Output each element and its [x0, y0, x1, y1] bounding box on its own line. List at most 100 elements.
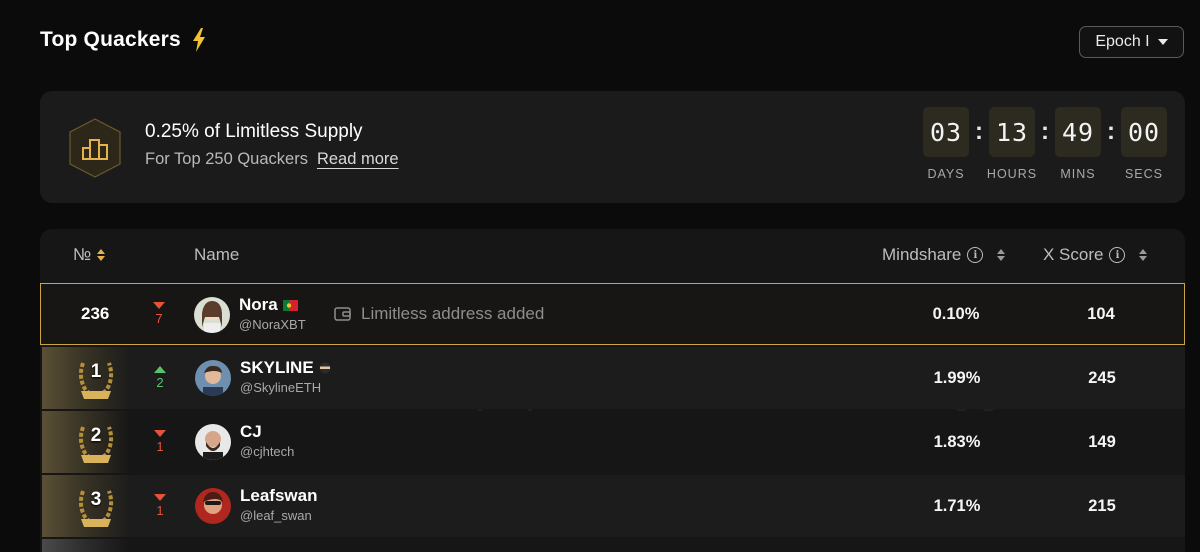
sort-mindshare-header[interactable]: Mindshare i	[882, 245, 1006, 265]
countdown-mins-label: MINS	[1060, 167, 1096, 181]
user-handle: @cjhtech	[240, 444, 295, 459]
xscore-value: 104	[1087, 304, 1115, 323]
podium-icon	[69, 118, 121, 178]
sort-xscore-header[interactable]: X Score i	[1043, 245, 1148, 265]
user-name: SKYLINE	[240, 358, 314, 377]
countdown-separator: :	[1107, 118, 1115, 145]
column-header-xscore: X Score	[1043, 245, 1104, 264]
xscore-value: 245	[1088, 368, 1116, 387]
rank-medal-tile: 3	[42, 475, 130, 537]
user-name-row: SKYLINE	[240, 358, 331, 378]
chevron-down-icon	[1157, 39, 1168, 45]
user-name-block: Nora @NoraXBT	[239, 295, 306, 332]
reward-card: 0.25% of Limitless Supply For Top 250 Qu…	[40, 91, 1185, 203]
lightning-bolt-icon	[192, 28, 205, 52]
countdown-hours: 13 HOURS	[986, 107, 1038, 181]
page-title: Top Quackers	[40, 28, 181, 51]
user-name-row: Leafswan	[240, 486, 317, 506]
column-header-name: Name	[194, 245, 239, 265]
read-more-link[interactable]: Read more	[317, 150, 399, 169]
epoch-select-label: Epoch I	[1095, 33, 1150, 50]
reward-headline: 0.25% of Limitless Supply	[145, 121, 363, 142]
user-name-row: CJ	[240, 422, 294, 442]
wallet-icon	[334, 307, 351, 321]
countdown-days-label: DAYS	[927, 167, 965, 181]
user-name: CJ	[240, 422, 262, 441]
column-header-rank: №	[73, 245, 92, 264]
mindshare-value: 1.99%	[933, 368, 981, 387]
rank-change-value: 1	[156, 439, 164, 454]
countdown-hours-label: HOURS	[986, 167, 1038, 181]
rank-number: 2	[90, 425, 102, 446]
rank-down-icon	[154, 430, 166, 437]
countdown-separator: :	[975, 118, 983, 145]
rank-medal-tile: 2	[42, 411, 130, 473]
user-name-row: Nora	[239, 295, 306, 315]
rank-number: 236	[81, 304, 110, 323]
table-row[interactable]	[42, 539, 1185, 552]
title-row: Top Quackers	[40, 28, 207, 52]
info-icon[interactable]: i	[1109, 247, 1126, 263]
mindshare-value: 0.10%	[932, 304, 980, 323]
xscore-value: 215	[1088, 496, 1116, 515]
countdown-separator: :	[1041, 118, 1049, 145]
rank-down-icon	[153, 302, 165, 309]
table-header: № Name Mindshare i X Score i	[40, 229, 1185, 283]
mindshare-value: 1.71%	[933, 496, 981, 515]
xscore-value: 149	[1088, 432, 1116, 451]
info-icon[interactable]: i	[967, 247, 984, 263]
sort-icon	[997, 249, 1006, 261]
countdown-mins-value: 49	[1055, 107, 1101, 157]
user-handle: @NoraXBT	[239, 317, 306, 332]
table-row[interactable]: 2 1 CJ @cjhtech 1.83% 149	[42, 411, 1185, 473]
user-handle: @SkylineETH	[240, 380, 322, 395]
reward-text: 0.25% of Limitless Supply For Top 250 Qu…	[145, 121, 399, 169]
ninja-icon	[319, 362, 331, 374]
sort-rank-header[interactable]: №	[73, 245, 106, 265]
rank-down-icon	[154, 494, 166, 501]
avatar[interactable]	[195, 360, 231, 396]
rank-change-value: 1	[156, 503, 164, 518]
limitless-status: Limitless address added	[334, 284, 544, 344]
rank-change-value: 2	[156, 375, 164, 390]
sort-icon	[97, 249, 106, 261]
rank-change: 2	[150, 347, 170, 409]
rank-number: 1	[90, 361, 102, 382]
table-row[interactable]: 1 2 SKYLINE @SkylineETH 1.99% 245	[42, 347, 1185, 409]
user-name: Nora	[239, 295, 278, 314]
rank-medal-tile: 1	[42, 347, 130, 409]
mindshare-value: 1.83%	[933, 432, 981, 451]
rank-number: 3	[90, 489, 102, 510]
avatar[interactable]	[195, 488, 231, 524]
reward-subtitle-row: For Top 250 Quackers Read more	[145, 150, 399, 169]
leaderboard-page: Top Quackers Epoch I 0.25% of Limitless …	[0, 0, 1200, 552]
leaderboard-table: № Name Mindshare i X Score i 236 7 Nora …	[40, 229, 1185, 552]
column-header-mindshare: Mindshare	[882, 245, 962, 264]
limitless-status-text: Limitless address added	[361, 304, 545, 323]
countdown-days: 03 DAYS	[923, 107, 969, 181]
countdown-secs-value: 00	[1121, 107, 1167, 157]
portugal-flag-icon	[282, 299, 298, 311]
countdown-mins: 49 MINS	[1055, 107, 1101, 181]
user-name: Leafswan	[240, 486, 318, 505]
user-name-block: CJ @cjhtech	[240, 422, 294, 459]
rank-change: 1	[150, 475, 170, 537]
current-user-row[interactable]: 236 7 Nora @NoraXBT Limitless address ad…	[40, 283, 1185, 345]
reward-subtitle: For Top 250 Quackers	[145, 150, 308, 168]
countdown-hours-value: 13	[989, 107, 1035, 157]
avatar[interactable]	[194, 297, 230, 333]
user-handle: @leaf_swan	[240, 508, 312, 523]
column-header-name-label: Name	[194, 245, 240, 264]
user-name-block: Leafswan @leaf_swan	[240, 486, 317, 523]
countdown-secs-label: SECS	[1124, 167, 1164, 181]
countdown-timer: 03 DAYS : 13 HOURS : 49 MINS : 00 SECS	[923, 107, 1167, 181]
sort-icon	[1139, 249, 1148, 261]
avatar[interactable]	[195, 424, 231, 460]
rank-change: 7	[149, 284, 169, 344]
countdown-days-value: 03	[923, 107, 969, 157]
rank-change: 1	[150, 411, 170, 473]
epoch-select[interactable]: Epoch I	[1079, 26, 1184, 58]
rank-medal-tile	[42, 539, 130, 552]
table-row[interactable]: 3 1 Leafswan @leaf_swan 1.71% 215	[42, 475, 1185, 537]
user-name-block: SKYLINE @SkylineETH	[240, 358, 331, 395]
